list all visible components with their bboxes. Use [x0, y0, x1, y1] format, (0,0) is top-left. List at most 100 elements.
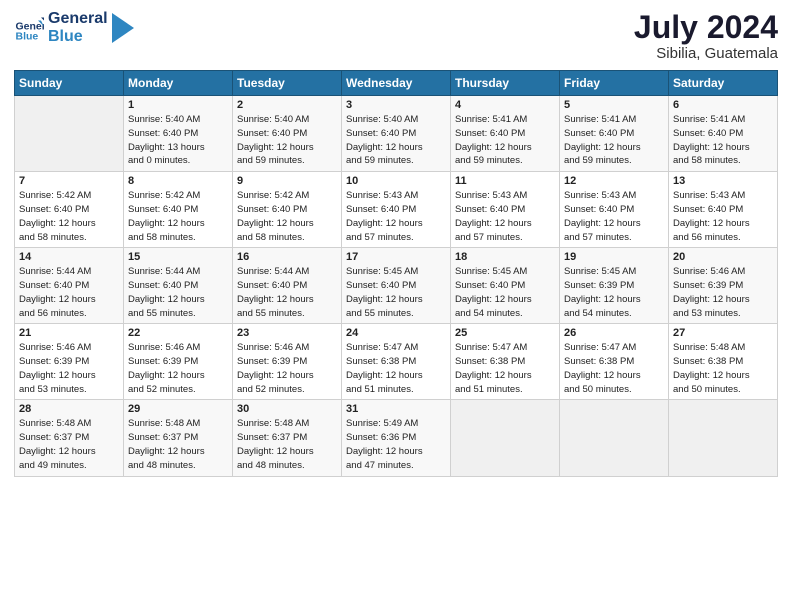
- day-info: Sunrise: 5:43 AM Sunset: 6:40 PM Dayligh…: [673, 189, 773, 244]
- day-number: 26: [564, 327, 664, 339]
- col-wednesday: Wednesday: [342, 71, 451, 96]
- calendar-cell: 23 Sunrise: 5:46 AM Sunset: 6:39 PM Dayli…: [233, 324, 342, 400]
- day-info: Sunrise: 5:49 AM Sunset: 6:36 PM Dayligh…: [346, 417, 446, 472]
- logo: General Blue General Blue: [14, 10, 134, 45]
- day-info: Sunrise: 5:40 AM Sunset: 6:40 PM Dayligh…: [128, 113, 228, 168]
- day-number: 16: [237, 251, 337, 263]
- day-number: 13: [673, 175, 773, 187]
- day-number: 9: [237, 175, 337, 187]
- day-number: 27: [673, 327, 773, 339]
- logo-general: General: [48, 10, 108, 28]
- col-friday: Friday: [560, 71, 669, 96]
- main-title: July 2024: [634, 10, 778, 45]
- day-info: Sunrise: 5:44 AM Sunset: 6:40 PM Dayligh…: [19, 265, 119, 320]
- day-number: 28: [19, 403, 119, 415]
- day-info: Sunrise: 5:46 AM Sunset: 6:39 PM Dayligh…: [128, 341, 228, 396]
- calendar-cell: [15, 96, 124, 172]
- title-block: July 2024 Sibilia, Guatemala: [634, 10, 778, 62]
- day-number: 17: [346, 251, 446, 263]
- calendar-cell: 31 Sunrise: 5:49 AM Sunset: 6:36 PM Dayli…: [342, 400, 451, 476]
- calendar-cell: 25 Sunrise: 5:47 AM Sunset: 6:38 PM Dayli…: [451, 324, 560, 400]
- calendar-week-3: 14 Sunrise: 5:44 AM Sunset: 6:40 PM Dayli…: [15, 248, 778, 324]
- calendar-cell: [451, 400, 560, 476]
- calendar-cell: 19 Sunrise: 5:45 AM Sunset: 6:39 PM Dayli…: [560, 248, 669, 324]
- calendar-cell: 4 Sunrise: 5:41 AM Sunset: 6:40 PM Daylig…: [451, 96, 560, 172]
- calendar-cell: 1 Sunrise: 5:40 AM Sunset: 6:40 PM Daylig…: [124, 96, 233, 172]
- day-number: 4: [455, 99, 555, 111]
- calendar-cell: 15 Sunrise: 5:44 AM Sunset: 6:40 PM Dayli…: [124, 248, 233, 324]
- day-info: Sunrise: 5:40 AM Sunset: 6:40 PM Dayligh…: [237, 113, 337, 168]
- calendar-cell: 13 Sunrise: 5:43 AM Sunset: 6:40 PM Dayli…: [669, 172, 778, 248]
- calendar-cell: 30Sunrise: 5:48 AM Sunset: 6:37 PM Dayli…: [233, 400, 342, 476]
- day-info: Sunrise: 5:47 AM Sunset: 6:38 PM Dayligh…: [564, 341, 664, 396]
- col-saturday: Saturday: [669, 71, 778, 96]
- day-info: Sunrise: 5:42 AM Sunset: 6:40 PM Dayligh…: [128, 189, 228, 244]
- day-info: Sunrise: 5:41 AM Sunset: 6:40 PM Dayligh…: [455, 113, 555, 168]
- day-info: Sunrise: 5:45 AM Sunset: 6:40 PM Dayligh…: [346, 265, 446, 320]
- calendar-cell: 5 Sunrise: 5:41 AM Sunset: 6:40 PM Daylig…: [560, 96, 669, 172]
- day-info: Sunrise: 5:46 AM Sunset: 6:39 PM Dayligh…: [237, 341, 337, 396]
- calendar-cell: 24 Sunrise: 5:47 AM Sunset: 6:38 PM Dayli…: [342, 324, 451, 400]
- calendar-cell: 10 Sunrise: 5:43 AM Sunset: 6:40 PM Dayli…: [342, 172, 451, 248]
- day-number: 10: [346, 175, 446, 187]
- day-number: 8: [128, 175, 228, 187]
- calendar-week-2: 7Sunrise: 5:42 AM Sunset: 6:40 PM Daylig…: [15, 172, 778, 248]
- calendar-cell: 6 Sunrise: 5:41 AM Sunset: 6:40 PM Daylig…: [669, 96, 778, 172]
- calendar-cell: 28 Sunrise: 5:48 AM Sunset: 6:37 PM Dayli…: [15, 400, 124, 476]
- day-info: Sunrise: 5:44 AM Sunset: 6:40 PM Dayligh…: [128, 265, 228, 320]
- calendar-cell: 11Sunrise: 5:43 AM Sunset: 6:40 PM Dayli…: [451, 172, 560, 248]
- day-number: 23: [237, 327, 337, 339]
- day-info: Sunrise: 5:46 AM Sunset: 6:39 PM Dayligh…: [673, 265, 773, 320]
- day-info: Sunrise: 5:45 AM Sunset: 6:40 PM Dayligh…: [455, 265, 555, 320]
- day-number: 15: [128, 251, 228, 263]
- col-tuesday: Tuesday: [233, 71, 342, 96]
- day-number: 31: [346, 403, 446, 415]
- calendar-cell: 29 Sunrise: 5:48 AM Sunset: 6:37 PM Dayli…: [124, 400, 233, 476]
- calendar-week-5: 28 Sunrise: 5:48 AM Sunset: 6:37 PM Dayli…: [15, 400, 778, 476]
- day-number: 5: [564, 99, 664, 111]
- calendar-cell: 16Sunrise: 5:44 AM Sunset: 6:40 PM Dayli…: [233, 248, 342, 324]
- day-info: Sunrise: 5:47 AM Sunset: 6:38 PM Dayligh…: [455, 341, 555, 396]
- day-number: 19: [564, 251, 664, 263]
- calendar-cell: [669, 400, 778, 476]
- calendar-cell: 9 Sunrise: 5:42 AM Sunset: 6:40 PM Daylig…: [233, 172, 342, 248]
- day-info: Sunrise: 5:48 AM Sunset: 6:37 PM Dayligh…: [237, 417, 337, 472]
- calendar-header-row: Sunday Monday Tuesday Wednesday Thursday…: [15, 71, 778, 96]
- calendar-week-1: 1 Sunrise: 5:40 AM Sunset: 6:40 PM Daylig…: [15, 96, 778, 172]
- day-number: 14: [19, 251, 119, 263]
- day-info: Sunrise: 5:47 AM Sunset: 6:38 PM Dayligh…: [346, 341, 446, 396]
- subtitle: Sibilia, Guatemala: [634, 45, 778, 62]
- calendar-cell: 8 Sunrise: 5:42 AM Sunset: 6:40 PM Daylig…: [124, 172, 233, 248]
- day-number: 1: [128, 99, 228, 111]
- header: General Blue General Blue July 2024 Sibi…: [14, 10, 778, 62]
- day-number: 21: [19, 327, 119, 339]
- day-number: 29: [128, 403, 228, 415]
- day-info: Sunrise: 5:41 AM Sunset: 6:40 PM Dayligh…: [564, 113, 664, 168]
- day-info: Sunrise: 5:48 AM Sunset: 6:37 PM Dayligh…: [128, 417, 228, 472]
- logo-blue: Blue: [48, 28, 108, 46]
- day-info: Sunrise: 5:41 AM Sunset: 6:40 PM Dayligh…: [673, 113, 773, 168]
- logo-icon: General Blue: [14, 13, 44, 43]
- calendar-cell: 7Sunrise: 5:42 AM Sunset: 6:40 PM Daylig…: [15, 172, 124, 248]
- day-info: Sunrise: 5:42 AM Sunset: 6:40 PM Dayligh…: [237, 189, 337, 244]
- day-number: 25: [455, 327, 555, 339]
- day-info: Sunrise: 5:45 AM Sunset: 6:39 PM Dayligh…: [564, 265, 664, 320]
- day-number: 3: [346, 99, 446, 111]
- day-info: Sunrise: 5:43 AM Sunset: 6:40 PM Dayligh…: [346, 189, 446, 244]
- col-thursday: Thursday: [451, 71, 560, 96]
- svg-text:Blue: Blue: [16, 30, 39, 42]
- day-number: 18: [455, 251, 555, 263]
- calendar-cell: 26 Sunrise: 5:47 AM Sunset: 6:38 PM Dayli…: [560, 324, 669, 400]
- day-number: 12: [564, 175, 664, 187]
- calendar-table: Sunday Monday Tuesday Wednesday Thursday…: [14, 70, 778, 476]
- day-info: Sunrise: 5:48 AM Sunset: 6:37 PM Dayligh…: [19, 417, 119, 472]
- logo-arrow-icon: [112, 13, 134, 43]
- day-number: 11: [455, 175, 555, 187]
- calendar-cell: 2Sunrise: 5:40 AM Sunset: 6:40 PM Daylig…: [233, 96, 342, 172]
- day-number: 24: [346, 327, 446, 339]
- col-monday: Monday: [124, 71, 233, 96]
- day-number: 6: [673, 99, 773, 111]
- calendar-cell: 18 Sunrise: 5:45 AM Sunset: 6:40 PM Dayli…: [451, 248, 560, 324]
- page: General Blue General Blue July 2024 Sibi…: [0, 0, 792, 612]
- calendar-cell: 27Sunrise: 5:48 AM Sunset: 6:38 PM Dayli…: [669, 324, 778, 400]
